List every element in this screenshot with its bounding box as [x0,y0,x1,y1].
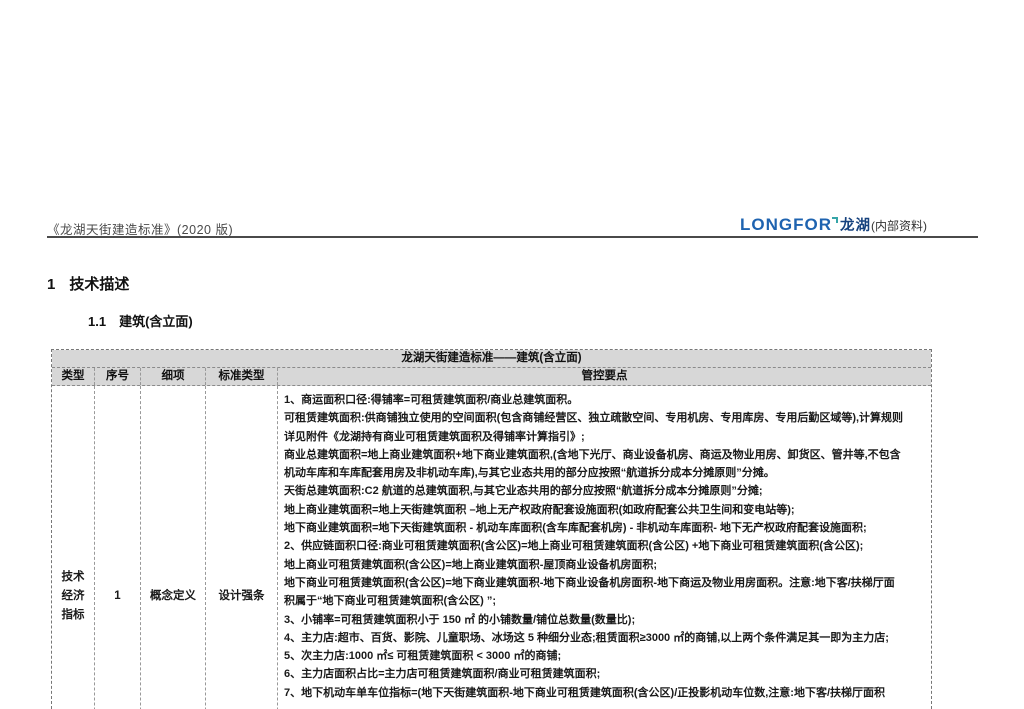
table-header-row: 类型 序号 细项 标准类型 管控要点 [52,368,931,386]
control-point-line: 地下商业建筑面积=地下天街建筑面积 - 机动车库面积(含车库配套机房) - 非机… [284,522,867,535]
control-point-line: 商业总建筑面积=地上商业建筑面积+地下商业建筑面积,(含地下光厅、商业设备机房、… [284,448,901,461]
control-point-line: 详见附件《龙湖持有商业可租赁建筑面积及得铺率计算指引》; [284,430,585,443]
longfor-chinese-name: 龙湖 [840,218,871,234]
control-point-line: 5、次主力店:1000 ㎡≤ 可租赁建筑面积 < 3000 ㎡的商铺; [284,650,562,663]
control-point-line: 3、小铺率=可租赁建筑面积小于 150 ㎡ 的小铺数量/铺位总数量(数量比); [284,613,636,626]
header-divider [47,236,978,238]
control-point-line: 6、主力店面积占比=主力店可租赁建筑面积/商业可租赁建筑面积; [284,668,601,681]
section-number: 1 [47,276,56,293]
col-header-seq: 序号 [95,368,141,385]
col-header-type: 类型 [52,368,95,385]
control-point-line: 机动车库和车库配套用房及非机动车库),与其它业态共用的部分应按照“航道拆分成本分… [284,467,775,480]
col-header-standard-type: 标准类型 [206,368,278,385]
control-point-line: 可租赁建筑面积:供商铺独立使用的空间面积(包含商铺经营区、独立疏散空间、专用机房… [284,412,904,425]
col-header-item: 细项 [141,368,206,385]
control-point-line: 2、供应链面积口径:商业可租赁建筑面积(含公区)=地上商业可租赁建筑面积(含公区… [284,540,864,553]
cell-type-line: 经济 [61,589,85,602]
longfor-logo: LONGFOR 龙湖(内部资料) [740,214,927,235]
cell-type: 技术 经济 指标 [52,386,95,709]
control-point-line: 地下商业可租赁建筑面积(含公区)=地下商业建筑面积-地下商业设备机房面积-地下商… [284,576,895,589]
cell-seq: 1 [95,386,141,709]
control-point-line: 地上商业建筑面积=地上天街建筑面积 –地上无产权政府配套设施面积(如政府配套公共… [284,503,795,516]
control-point-line: 1、商运面积口径:得铺率=可租赁建筑面积/商业总建筑面积。 [284,394,579,406]
subsection-number: 1.1 [88,314,107,329]
cell-control-points: 1、商运面积口径:得铺率=可租赁建筑面积/商业总建筑面积。 可租赁建筑面积:供商… [278,386,931,709]
control-point-line: 地上商业可租赁建筑面积(含公区)=地上商业建筑面积-屋顶商业设备机房面积; [284,558,658,571]
longfor-wordmark: LONGFOR [740,215,832,234]
table-row: 技术 经济 指标 1 概念定义 设计强条 1、商运面积口径:得铺率=可租赁建筑面… [52,386,931,709]
cell-standard-type: 设计强条 [206,386,278,709]
control-point-line: 4、主力店:超市、百货、影院、儿童职场、冰场这 5 种细分业态;租赁面积≥300… [284,631,889,644]
section-title: 技术描述 [69,276,130,293]
cell-type-line: 指标 [61,608,85,621]
standards-table: 龙湖天街建造标准——建筑(含立面) 类型 序号 细项 标准类型 管控要点 技术 … [51,349,932,709]
subsection-heading: 1.1 建筑(含立面) [88,311,193,330]
col-header-control-points: 管控要点 [581,370,628,382]
control-point-line: 天街总建筑面积:C2 航道的总建筑面积,与其它业态共用的部分应按照“航道拆分成本… [284,485,763,498]
longfor-corner-icon [832,217,838,223]
internal-material-note: (内部资料) [871,219,927,233]
table-title: 龙湖天街建造标准——建筑(含立面) [52,350,931,368]
section-heading: 1 技术描述 [47,273,129,294]
cell-item: 概念定义 [141,386,206,709]
control-point-line: 7、地下机动车单车位指标=(地下天街建筑面积-地下商业可租赁建筑面积(含公区)/… [284,686,886,699]
cell-type-line: 技术 [61,570,85,583]
control-point-line: 积属于“地下商业可租赁建筑面积(含公区) ”; [284,595,497,608]
subsection-title: 建筑(含立面) [119,314,193,329]
